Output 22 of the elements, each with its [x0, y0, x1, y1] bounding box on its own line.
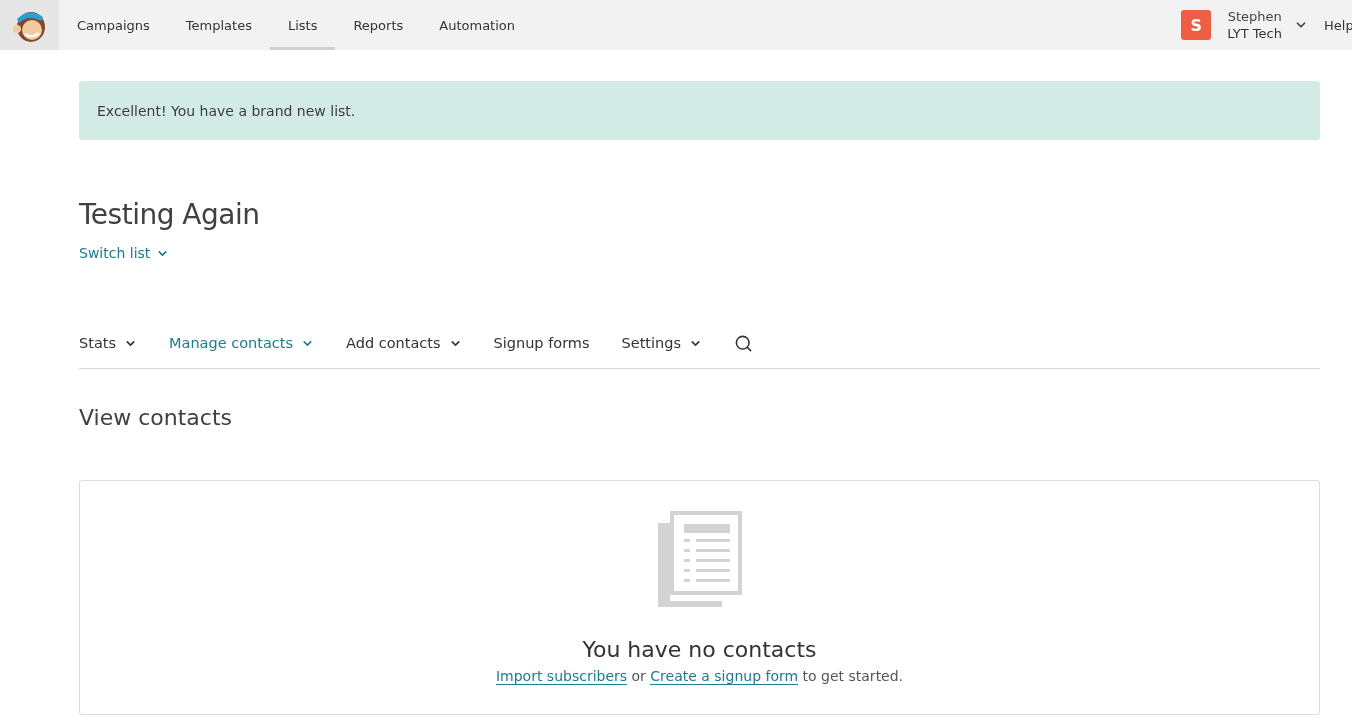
section-title: View contacts: [79, 405, 233, 430]
search-icon[interactable]: [734, 333, 754, 353]
list-title: Testing Again: [79, 198, 261, 231]
avatar: S: [1181, 10, 1212, 40]
create-signup-form-link[interactable]: Create a signup form: [650, 668, 799, 685]
tab[interactable]: Signup forms: [493, 335, 590, 351]
tab[interactable]: Stats: [79, 335, 137, 351]
nav-link[interactable]: Templates: [167, 0, 270, 50]
account-menu-button[interactable]: Stephen LYT Tech: [1227, 8, 1308, 42]
empty-state-title: You have no contacts: [582, 637, 817, 662]
success-alert: Excellent! You have a brand new list.: [79, 81, 1320, 140]
nav-link[interactable]: Automation: [421, 0, 533, 50]
empty-state-text: Import subscribers or Create a signup form to get started.: [495, 668, 904, 684]
nav-link[interactable]: Campaigns: [59, 0, 168, 50]
import-subscribers-link[interactable]: Import subscribers: [495, 668, 628, 685]
tab[interactable]: Add contacts: [346, 335, 462, 351]
nav-link[interactable]: Reports: [335, 0, 422, 50]
switch-list-link[interactable]: Switch list: [79, 245, 170, 261]
tab[interactable]: Manage contacts: [169, 335, 315, 351]
document-icon: [657, 511, 742, 607]
tab[interactable]: Settings: [621, 335, 703, 351]
nav-link[interactable]: Lists: [269, 0, 336, 50]
